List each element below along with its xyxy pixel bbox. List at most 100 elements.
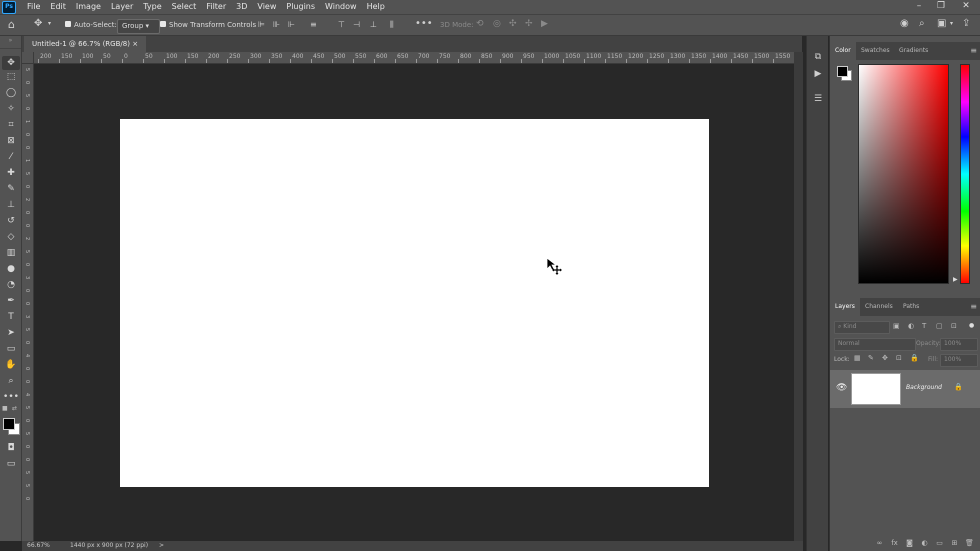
tab-gradients[interactable]: Gradients	[894, 42, 933, 60]
move-tool-icon[interactable]: ✥	[2, 56, 20, 70]
tab-paths[interactable]: Paths	[898, 298, 924, 316]
trash-icon[interactable]: 🗑	[964, 536, 975, 551]
clone-stamp-tool-icon[interactable]: ⊥	[2, 198, 20, 212]
magic-wand-tool-icon[interactable]: ✧	[2, 102, 20, 116]
menu-file[interactable]: File	[22, 0, 45, 14]
menu-layer[interactable]: Layer	[106, 0, 138, 14]
auto-select-dropdown[interactable]: Group ▾	[117, 19, 161, 34]
tab-layers[interactable]: Layers	[830, 298, 860, 316]
rectangle-tool-icon[interactable]: ▭	[2, 342, 20, 356]
eyedropper-tool-icon[interactable]: ⁄	[2, 150, 20, 164]
marquee-tool-icon[interactable]: ⬚	[2, 70, 20, 84]
chevron-down-icon[interactable]: ▾	[950, 20, 953, 27]
roll-3d-icon[interactable]: ◎	[493, 19, 501, 29]
crop-tool-icon[interactable]: ⌗	[2, 118, 20, 132]
frame-tool-icon[interactable]: ⊠	[2, 134, 20, 148]
auto-select-checkbox[interactable]: Auto-Select:	[65, 19, 117, 32]
actions-panel-icon[interactable]: ▶	[810, 67, 826, 81]
menu-window[interactable]: Window	[320, 0, 362, 14]
close-icon[interactable]: ×	[132, 40, 138, 48]
type-tool-icon[interactable]: T	[2, 310, 20, 324]
tab-swatches[interactable]: Swatches	[856, 42, 895, 60]
more-tools-icon[interactable]: •••	[2, 390, 20, 404]
filter-toggle-icon[interactable]: ●	[969, 322, 974, 329]
align-bottom-icon[interactable]: ⊥	[370, 20, 377, 29]
group-icon[interactable]: ▭	[934, 536, 945, 551]
filter-shape-icon[interactable]: ▢	[936, 322, 943, 330]
menu-filter[interactable]: Filter	[201, 0, 231, 14]
align-center-icon[interactable]: ⊪	[273, 20, 280, 29]
menu-image[interactable]: Image	[71, 0, 106, 14]
menu-3d[interactable]: 3D	[231, 0, 252, 14]
color-field[interactable]	[858, 64, 949, 284]
filter-type-icon[interactable]: T	[922, 322, 926, 330]
slide-3d-icon[interactable]: ✢	[525, 19, 533, 29]
status-arrow-icon[interactable]: >	[159, 541, 164, 551]
minimize-button[interactable]: –	[908, 0, 930, 14]
panel-menu-icon[interactable]: ≡	[970, 302, 977, 311]
lasso-tool-icon[interactable]: ◯	[2, 86, 20, 100]
tab-channels[interactable]: Channels	[860, 298, 898, 316]
distribute-vertical-icon[interactable]: ⫼	[390, 20, 394, 30]
filter-pixel-icon[interactable]: ▣	[893, 322, 900, 330]
eye-icon[interactable]: 👁	[836, 383, 847, 393]
layer-name[interactable]: Background	[906, 384, 942, 391]
menu-plugins[interactable]: Plugins	[281, 0, 320, 14]
properties-panel-icon[interactable]: ☰	[810, 92, 826, 106]
search-icon[interactable]: ⌕	[919, 18, 925, 29]
menu-type[interactable]: Type	[138, 0, 166, 14]
document-tab[interactable]: Untitled-1 @ 66.7% (RGB/8) ×	[24, 36, 147, 52]
default-colors-icon[interactable]: ■	[2, 405, 8, 412]
chevron-down-icon[interactable]: ▾	[48, 20, 51, 27]
align-middle-icon[interactable]: ⊣	[353, 20, 360, 29]
vertical-scrollbar[interactable]	[794, 52, 803, 541]
lock-artboard-icon[interactable]: ⊡	[896, 354, 902, 362]
quick-mask-icon[interactable]: ◘	[2, 441, 20, 455]
healing-brush-tool-icon[interactable]: ✚	[2, 166, 20, 180]
workspace-icon[interactable]: ▣	[937, 18, 946, 29]
zoom-tool-icon[interactable]: ⌕	[2, 374, 20, 388]
close-window-button[interactable]: ✕	[955, 0, 977, 14]
adjustment-icon[interactable]: ◐	[919, 536, 930, 551]
move-tool-preset-icon[interactable]: ✥	[34, 18, 42, 29]
mask-icon[interactable]: ◙	[904, 536, 915, 551]
layer-lock-icon[interactable]: 🔒	[954, 383, 963, 391]
more-options-icon[interactable]: •••	[415, 18, 433, 29]
eraser-tool-icon[interactable]: ◇	[2, 230, 20, 244]
ruler-origin[interactable]	[22, 52, 34, 64]
menu-help[interactable]: Help	[362, 0, 390, 14]
new-layer-icon[interactable]: ⊞	[949, 536, 960, 551]
blur-tool-icon[interactable]: ●	[2, 262, 20, 276]
hue-slider-handle-icon[interactable]: ▶	[953, 276, 958, 283]
document-canvas[interactable]	[120, 119, 709, 487]
align-right-icon[interactable]: ⊩	[288, 20, 295, 29]
menu-view[interactable]: View	[252, 0, 281, 14]
layer-row-background[interactable]: 👁 Background 🔒	[830, 370, 980, 408]
lock-image-icon[interactable]: ✎	[868, 354, 874, 362]
scale-3d-icon[interactable]: ▶	[541, 19, 548, 29]
hand-tool-icon[interactable]: ✋	[2, 358, 20, 372]
distribute-icon[interactable]: ≡	[310, 20, 317, 29]
lock-transparent-icon[interactable]: ▦	[854, 354, 861, 362]
horizontal-ruler[interactable]: 200 150 100 50 0 50 100 150 200 250 300 350 400 450 50…	[34, 52, 794, 64]
user-icon[interactable]: ◉	[900, 18, 909, 29]
swap-colors-icon[interactable]: ⇄	[12, 405, 17, 412]
hue-slider[interactable]	[960, 64, 970, 284]
show-transform-checkbox[interactable]: Show Transform Controls	[160, 19, 256, 32]
panel-grip-icon[interactable]: »	[0, 36, 21, 49]
dodge-tool-icon[interactable]: ◔	[2, 278, 20, 292]
path-selection-tool-icon[interactable]: ➤	[2, 326, 20, 340]
fx-icon[interactable]: fx	[889, 536, 900, 551]
pen-tool-icon[interactable]: ✒	[2, 294, 20, 308]
foreground-color-swatch[interactable]	[3, 418, 15, 430]
align-left-icon[interactable]: ⊫	[258, 20, 265, 29]
zoom-level[interactable]: 66.67%	[27, 541, 50, 551]
filter-smart-object-icon[interactable]: ⊡	[951, 322, 957, 330]
home-icon[interactable]: ⌂	[8, 18, 15, 31]
screen-mode-icon[interactable]: ▭	[2, 457, 20, 471]
share-icon[interactable]: ⇪	[962, 18, 970, 29]
align-top-icon[interactable]: ⊤	[338, 20, 345, 29]
orbit-3d-icon[interactable]: ⟲	[476, 19, 484, 29]
lock-all-icon[interactable]: 🔒	[910, 354, 919, 362]
vertical-ruler[interactable]: 5 0 5 0 1 0 0 1 5 0 2 0 0 2 5 0 3 0 0 3 5 0 4 0 0 4 5 0 5 0 0 5 5 0	[22, 64, 34, 541]
